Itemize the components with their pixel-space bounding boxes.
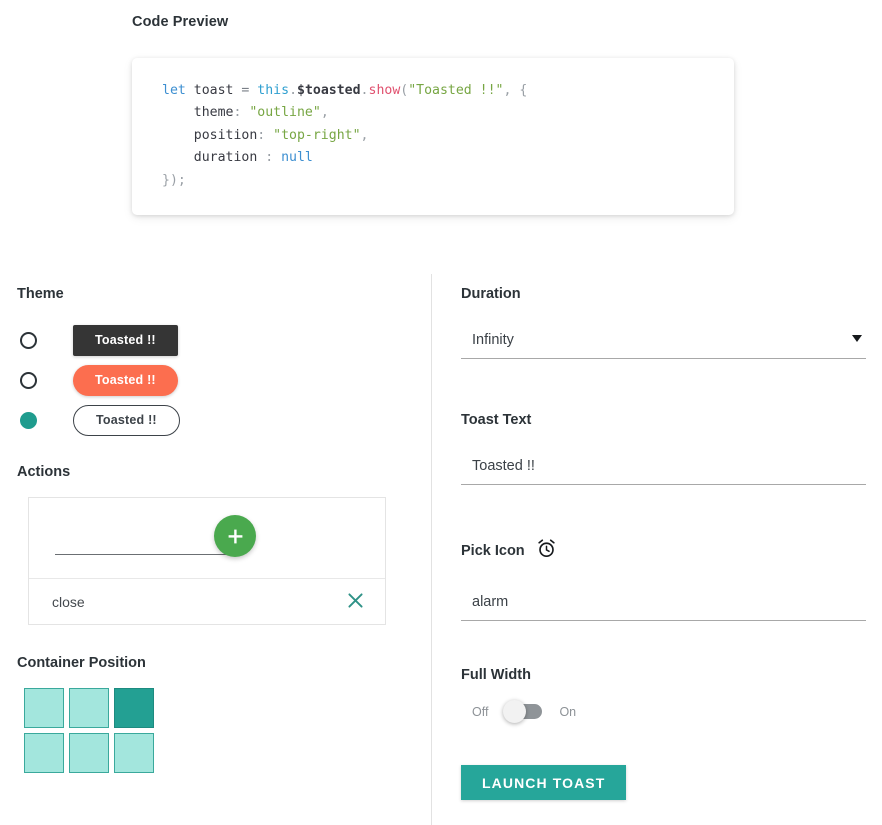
left-column: Theme Toasted !! Toasted !! Toasted !! Act… — [17, 286, 417, 773]
actions-section: Actions close — [17, 464, 417, 625]
pick-icon-title: Pick Icon — [461, 543, 525, 559]
theme-option-bubble[interactable]: Toasted !! — [17, 360, 417, 400]
code-token: null — [281, 150, 313, 166]
position-cell-top-center[interactable] — [69, 688, 109, 728]
theme-preview-outline[interactable]: Toasted !! — [73, 404, 180, 436]
add-action-button[interactable] — [214, 515, 256, 557]
position-cell-top-right[interactable] — [114, 688, 154, 728]
code-preview-title: Code Preview — [132, 14, 229, 30]
toast-text-field: Toast Text Toasted !! — [461, 412, 866, 485]
position-cell-bottom-right[interactable] — [114, 733, 154, 773]
code-token: , — [320, 105, 329, 121]
duration-title: Duration — [461, 286, 521, 302]
new-action-input[interactable] — [55, 533, 235, 555]
theme-preview-bubble[interactable]: Toasted !! — [73, 364, 178, 396]
toast-configurator-page: Code Preview let toast = this.$toasted.s… — [0, 0, 882, 825]
code-token: toast — [185, 83, 242, 98]
pick-icon-field: Pick Icon alarm — [461, 538, 866, 621]
pick-icon-value: alarm — [472, 594, 509, 610]
action-item-label: close — [52, 593, 85, 610]
theme-option-list: Toasted !! Toasted !! Toasted !! — [17, 320, 417, 440]
launch-toast-button[interactable]: LAUNCH TOAST — [461, 765, 627, 800]
full-width-toggle[interactable] — [503, 700, 543, 723]
code-token: "top-right" — [273, 127, 361, 143]
toast-text-input-wrap[interactable]: Toasted !! — [461, 449, 866, 485]
code-token: , — [360, 127, 369, 143]
container-position-section: Container Position — [17, 655, 417, 773]
plus-icon — [226, 527, 245, 546]
full-width-field: Full Width Off On — [461, 667, 866, 723]
theme-radio-outline[interactable] — [20, 411, 37, 429]
theme-radio-bubble[interactable] — [20, 371, 37, 389]
code-token: : — [233, 105, 250, 121]
position-cell-top-left[interactable] — [24, 688, 64, 728]
theme-option-primary[interactable]: Toasted !! — [17, 320, 417, 360]
container-position-title: Container Position — [17, 655, 146, 671]
code-token: position — [162, 127, 258, 143]
code-token: duration — [162, 150, 266, 166]
code-token: : — [265, 150, 282, 166]
remove-action-button[interactable] — [346, 591, 365, 613]
code-token: { — [519, 83, 528, 98]
chevron-down-icon — [852, 335, 862, 342]
toggle-on-label: On — [559, 704, 577, 719]
column-divider — [431, 274, 432, 825]
toggle-knob — [503, 700, 527, 723]
code-token: this — [257, 83, 290, 98]
full-width-title: Full Width — [461, 667, 531, 683]
code-preview-section: Code Preview let toast = this.$toasted.s… — [132, 14, 734, 215]
code-preview-card: let toast = this.$toasted.show("Toasted … — [132, 58, 734, 215]
code-token: show — [368, 83, 401, 98]
position-cell-bottom-center[interactable] — [69, 733, 109, 773]
code-token: . — [289, 83, 298, 98]
action-item-list: close — [29, 579, 385, 624]
duration-field: Duration Infinity — [461, 286, 866, 359]
toast-text-value: Toasted !! — [472, 458, 535, 474]
code-block: let toast = this.$toasted.show("Toasted … — [162, 80, 706, 192]
code-token: let — [162, 83, 186, 98]
code-token: "outline" — [249, 105, 321, 121]
code-token: $toasted — [297, 83, 361, 98]
code-token: }); — [162, 172, 186, 188]
position-cell-bottom-left[interactable] — [24, 733, 64, 773]
code-token: = — [241, 83, 258, 98]
theme-preview-primary[interactable]: Toasted !! — [73, 324, 178, 356]
duration-value: Infinity — [472, 332, 514, 348]
action-add-row — [29, 498, 385, 579]
actions-card: close — [28, 497, 386, 625]
code-token: : — [257, 127, 274, 143]
toast-text-title: Toast Text — [461, 412, 532, 428]
close-icon — [346, 591, 365, 613]
pick-icon-header: Pick Icon — [461, 538, 866, 564]
pick-icon-input-wrap[interactable]: alarm — [461, 585, 866, 621]
code-token: , — [503, 83, 520, 98]
actions-title: Actions — [17, 464, 71, 480]
action-item: close — [29, 579, 385, 624]
code-token: . — [360, 83, 369, 98]
code-token: "Toasted !!" — [408, 83, 504, 98]
theme-option-outline[interactable]: Toasted !! — [17, 400, 417, 440]
alarm-clock-icon — [536, 538, 557, 564]
code-token: theme — [162, 105, 234, 121]
toggle-off-label: Off — [472, 704, 489, 719]
full-width-toggle-row: Off On — [461, 700, 866, 723]
theme-title: Theme — [17, 286, 64, 302]
right-column: Duration Infinity Toast Text Toasted !! … — [461, 286, 866, 800]
theme-radio-primary[interactable] — [20, 331, 37, 349]
container-position-grid — [24, 688, 417, 773]
duration-select[interactable]: Infinity — [461, 323, 866, 359]
